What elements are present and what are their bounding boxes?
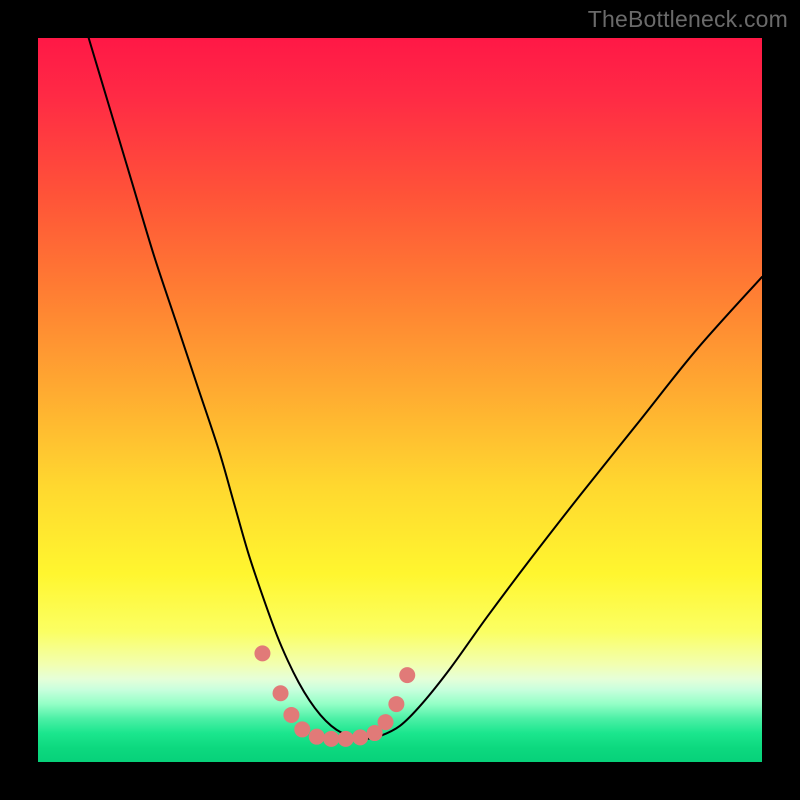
marker-dot [283, 707, 299, 723]
marker-dot [399, 667, 415, 683]
marker-dot [273, 685, 289, 701]
marker-dot [388, 696, 404, 712]
watermark-text: TheBottleneck.com [588, 6, 788, 33]
marker-dot [352, 729, 368, 745]
chart-svg [38, 38, 762, 762]
marker-dot [254, 645, 270, 661]
plot-area [38, 38, 762, 762]
marker-dot [294, 721, 310, 737]
marker-dot [323, 731, 339, 747]
bottleneck-curve [89, 38, 762, 739]
marker-dot [309, 729, 325, 745]
marker-dot [378, 714, 394, 730]
chart-frame: TheBottleneck.com [0, 0, 800, 800]
marker-dot [338, 731, 354, 747]
